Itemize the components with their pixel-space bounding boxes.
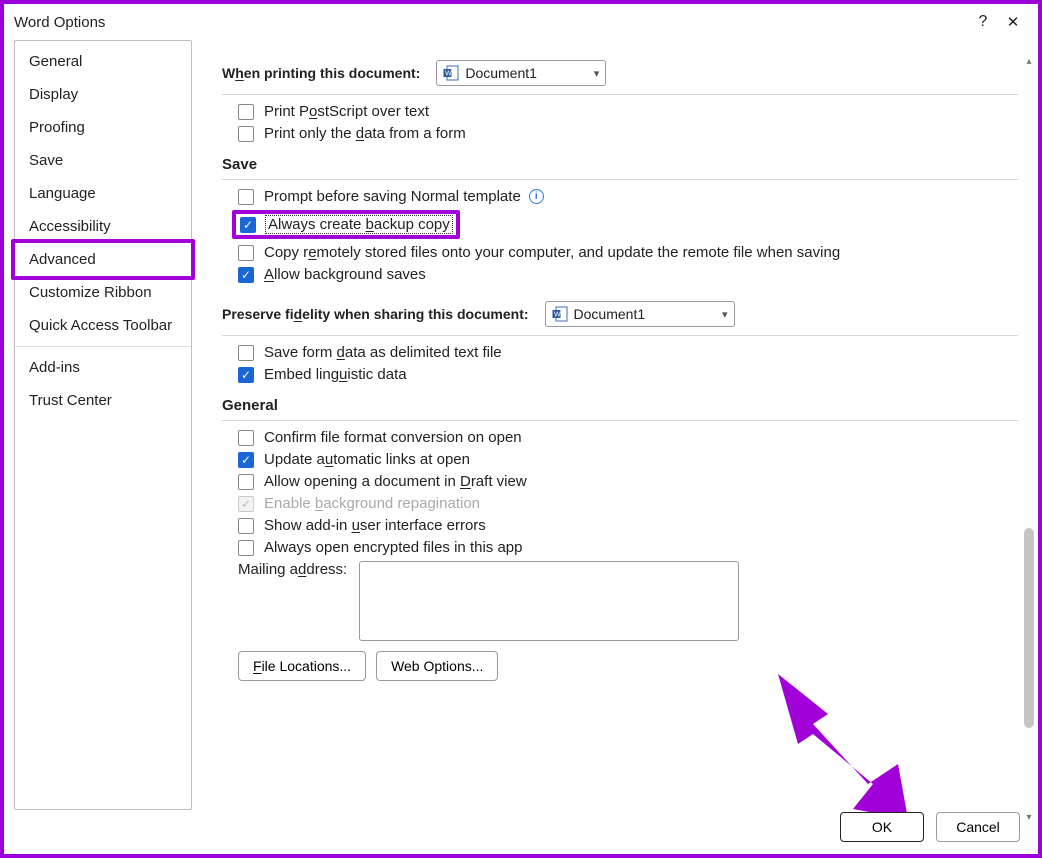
options-content: When printing this document: W Document1… <box>192 40 1038 810</box>
sidebar-separator <box>15 346 191 347</box>
word-options-dialog: Word Options ? ✕ General Display Proofin… <box>0 0 1042 858</box>
info-icon[interactable]: i <box>529 189 544 204</box>
sidebar-item-general[interactable]: General <box>15 45 191 78</box>
word-doc-icon: W <box>443 65 459 81</box>
option-prompt-normal-template[interactable]: Prompt before saving Normal template i <box>222 188 1018 205</box>
help-button[interactable]: ? <box>968 13 998 31</box>
label: Allow opening a document in Draft view <box>264 473 527 490</box>
checkbox[interactable] <box>238 104 254 120</box>
section-preserve-fidelity: Preserve fidelity when sharing this docu… <box>222 301 1018 327</box>
checkbox[interactable] <box>238 267 254 283</box>
fidelity-document-dropdown[interactable]: W Document1 ▾ <box>545 301 735 327</box>
checkbox[interactable] <box>238 474 254 490</box>
option-allow-background-saves[interactable]: Allow background saves <box>222 266 1018 283</box>
dialog-title: Word Options <box>14 14 968 31</box>
ok-button[interactable]: OK <box>840 812 924 842</box>
mailing-address-row: Mailing address: <box>222 561 1018 641</box>
close-button[interactable]: ✕ <box>998 13 1028 31</box>
file-locations-button[interactable]: File Locations... <box>238 651 366 681</box>
separator <box>222 179 1018 180</box>
label: Confirm file format conversion on open <box>264 429 522 446</box>
separator <box>222 335 1018 336</box>
option-addin-errors[interactable]: Show add-in user interface errors <box>222 517 1018 534</box>
option-print-data-form[interactable]: Print only the data from a form <box>222 125 1018 142</box>
checkbox[interactable] <box>238 245 254 261</box>
checkbox[interactable] <box>238 452 254 468</box>
option-draft-view[interactable]: Allow opening a document in Draft view <box>222 473 1018 490</box>
checkbox-disabled <box>238 496 254 512</box>
label: Print PostScript over text <box>264 103 429 120</box>
label-backup-copy: Always create backup copy <box>266 216 452 233</box>
checkbox[interactable] <box>238 345 254 361</box>
sidebar-item-save[interactable]: Save <box>15 144 191 177</box>
sidebar-item-add-ins[interactable]: Add-ins <box>15 351 191 384</box>
label: Copy remotely stored files onto your com… <box>264 244 840 261</box>
svg-text:W: W <box>554 312 561 319</box>
printing-document-dropdown[interactable]: W Document1 ▾ <box>436 60 606 86</box>
section-save: Save <box>222 156 1018 173</box>
sidebar-item-trust-center[interactable]: Trust Center <box>15 384 191 417</box>
highlight-advanced: Advanced <box>11 239 195 280</box>
option-save-delimited[interactable]: Save form data as delimited text file <box>222 344 1018 361</box>
sidebar-item-language[interactable]: Language <box>15 177 191 210</box>
section-general: General <box>222 397 1018 414</box>
checkbox[interactable] <box>238 430 254 446</box>
scroll-track[interactable] <box>1022 68 1036 810</box>
buttons-row: File Locations... Web Options... <box>222 651 1018 681</box>
section-fidelity-label: Preserve fidelity when sharing this docu… <box>222 306 529 322</box>
checkbox[interactable] <box>238 518 254 534</box>
checkbox[interactable] <box>238 367 254 383</box>
checkbox[interactable] <box>238 540 254 556</box>
chevron-down-icon: ▾ <box>594 67 600 80</box>
sidebar-item-proofing[interactable]: Proofing <box>15 111 191 144</box>
option-update-links[interactable]: Update automatic links at open <box>222 451 1018 468</box>
label: Show add-in user interface errors <box>264 517 486 534</box>
scroll-up-icon[interactable]: ▴ <box>1022 54 1036 68</box>
cancel-button[interactable]: Cancel <box>936 812 1020 842</box>
mailing-address-label: Mailing address: <box>238 561 347 578</box>
option-copy-remote-files[interactable]: Copy remotely stored files onto your com… <box>222 244 1018 261</box>
checkbox-backup-copy[interactable] <box>240 217 256 233</box>
sidebar-item-advanced[interactable]: Advanced <box>15 243 191 276</box>
label: Enable background repagination <box>264 495 480 512</box>
separator <box>222 420 1018 421</box>
option-print-postscript[interactable]: Print PostScript over text <box>222 103 1018 120</box>
category-sidebar: General Display Proofing Save Language A… <box>14 40 192 810</box>
web-options-button[interactable]: Web Options... <box>376 651 498 681</box>
separator <box>222 94 1018 95</box>
mailing-address-input[interactable] <box>359 561 739 641</box>
dropdown-value: Document1 <box>465 65 587 81</box>
section-printing-document: When printing this document: W Document1… <box>222 60 1018 86</box>
option-embed-linguistic[interactable]: Embed linguistic data <box>222 366 1018 383</box>
vertical-scrollbar[interactable]: ▴ ▾ <box>1022 54 1036 824</box>
section-printing-label: When printing this document: <box>222 65 420 81</box>
word-doc-icon: W <box>552 306 568 322</box>
checkbox[interactable] <box>238 126 254 142</box>
label: Save form data as delimited text file <box>264 344 502 361</box>
option-confirm-conversion[interactable]: Confirm file format conversion on open <box>222 429 1018 446</box>
chevron-down-icon: ▾ <box>722 308 728 321</box>
label: Allow background saves <box>264 266 426 283</box>
highlight-backup-copy: Always create backup copy <box>222 210 1018 239</box>
label: Print only the data from a form <box>264 125 466 142</box>
label: Embed linguistic data <box>264 366 407 383</box>
scroll-thumb[interactable] <box>1024 528 1034 728</box>
option-background-repagination: Enable background repagination <box>222 495 1018 512</box>
svg-text:W: W <box>445 71 452 78</box>
sidebar-item-customize-ribbon[interactable]: Customize Ribbon <box>15 276 191 309</box>
sidebar-item-quick-access-toolbar[interactable]: Quick Access Toolbar <box>15 309 191 342</box>
label: Prompt before saving Normal template <box>264 188 521 205</box>
label: Always open encrypted files in this app <box>264 539 522 556</box>
titlebar: Word Options ? ✕ <box>4 4 1038 40</box>
checkbox[interactable] <box>238 189 254 205</box>
dialog-footer: OK Cancel <box>840 812 1020 842</box>
label: Update automatic links at open <box>264 451 470 468</box>
dropdown-value: Document1 <box>574 306 716 322</box>
scroll-down-icon[interactable]: ▾ <box>1022 810 1036 824</box>
option-open-encrypted[interactable]: Always open encrypted files in this app <box>222 539 1018 556</box>
sidebar-item-display[interactable]: Display <box>15 78 191 111</box>
